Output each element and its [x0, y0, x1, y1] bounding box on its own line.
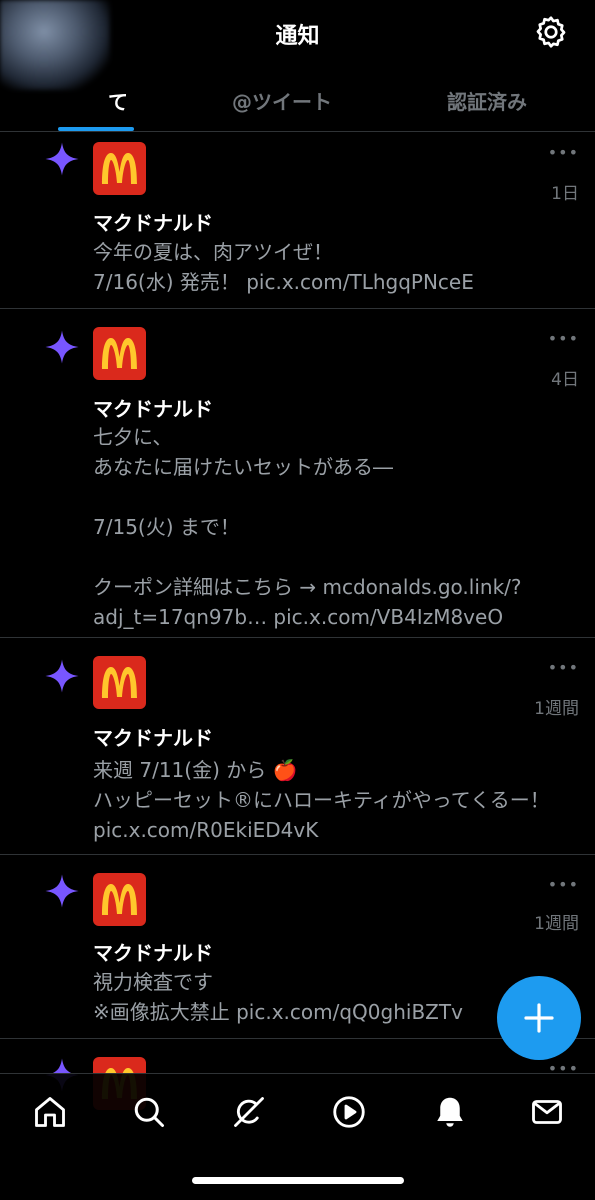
- search-icon[interactable]: [131, 1094, 167, 1130]
- golden-arches-icon: [102, 884, 137, 915]
- grok-icon[interactable]: [231, 1094, 267, 1130]
- account-name[interactable]: マクドナルド: [93, 393, 213, 422]
- messages-icon[interactable]: [529, 1094, 565, 1130]
- notification-item[interactable]: ••• 1日 マクドナルド 今年の夏は、肉アツイぜ！ 7/16(水) 発売！ p…: [0, 133, 595, 309]
- timestamp: 1日: [551, 184, 579, 204]
- golden-arches-icon: [102, 338, 137, 369]
- tweet-text: 来週 7/11(金) から 🍎 ハッピーセット®にハローキティがやってくるー！ …: [93, 758, 550, 842]
- timestamp: 1週間: [534, 699, 579, 719]
- golden-arches-icon: [102, 153, 137, 184]
- golden-arches-icon: [102, 667, 137, 698]
- mcdonalds-logo[interactable]: [93, 142, 146, 195]
- account-name[interactable]: マクドナルド: [93, 207, 213, 236]
- sparkle-icon: [45, 659, 79, 693]
- plus-icon: [524, 1003, 554, 1033]
- tab-mentions[interactable]: @ツイート: [232, 86, 332, 115]
- home-indicator: [192, 1177, 404, 1184]
- timestamp: 1週間: [534, 914, 579, 934]
- tweet-text: 視力検査です ※画像拡大禁止 pic.x.com/qQ0ghiBZTv: [93, 970, 463, 1024]
- tab-verified[interactable]: 認証済み: [447, 86, 527, 115]
- mcdonalds-logo[interactable]: [93, 327, 146, 380]
- tweet-text: 七夕に、 あなたに届けたいセットがある― 7/15(火) まで！ クーポン詳細は…: [93, 425, 522, 629]
- video-icon[interactable]: [331, 1094, 367, 1130]
- settings-gear-icon[interactable]: [533, 14, 569, 50]
- more-options-button[interactable]: •••: [548, 875, 579, 894]
- notification-item[interactable]: ••• 4日 マクドナルド 七夕に、 あなたに届けたいセットがある― 7/15(…: [0, 309, 595, 638]
- tweet-text: 今年の夏は、肉アツイぜ！ 7/16(水) 発売！ pic.x.com/TLhgq…: [93, 240, 474, 294]
- timestamp: 4日: [551, 370, 579, 390]
- active-tab-indicator: [58, 127, 134, 131]
- more-options-button[interactable]: •••: [548, 658, 579, 677]
- mcdonalds-logo[interactable]: [93, 656, 146, 709]
- account-name[interactable]: マクドナルド: [93, 722, 213, 751]
- notification-item[interactable]: ••• 1週間 マクドナルド 来週 7/11(金) から 🍎 ハッピーセット®に…: [0, 638, 595, 855]
- sparkle-icon: [45, 330, 79, 364]
- tab-all[interactable]: て: [108, 86, 128, 115]
- notification-tabs: て @ツイート 認証済み: [0, 72, 595, 132]
- page-title: 通知: [275, 24, 320, 49]
- mcdonalds-logo[interactable]: [93, 873, 146, 926]
- header: 通知: [0, 0, 595, 90]
- account-name[interactable]: マクドナルド: [93, 937, 213, 966]
- more-options-button[interactable]: •••: [548, 329, 579, 348]
- compose-button[interactable]: [497, 976, 581, 1060]
- home-icon[interactable]: [32, 1094, 68, 1130]
- notifications-icon[interactable]: [432, 1094, 468, 1130]
- more-options-button[interactable]: •••: [548, 143, 579, 162]
- sparkle-icon: [45, 142, 79, 176]
- sparkle-icon: [45, 874, 79, 908]
